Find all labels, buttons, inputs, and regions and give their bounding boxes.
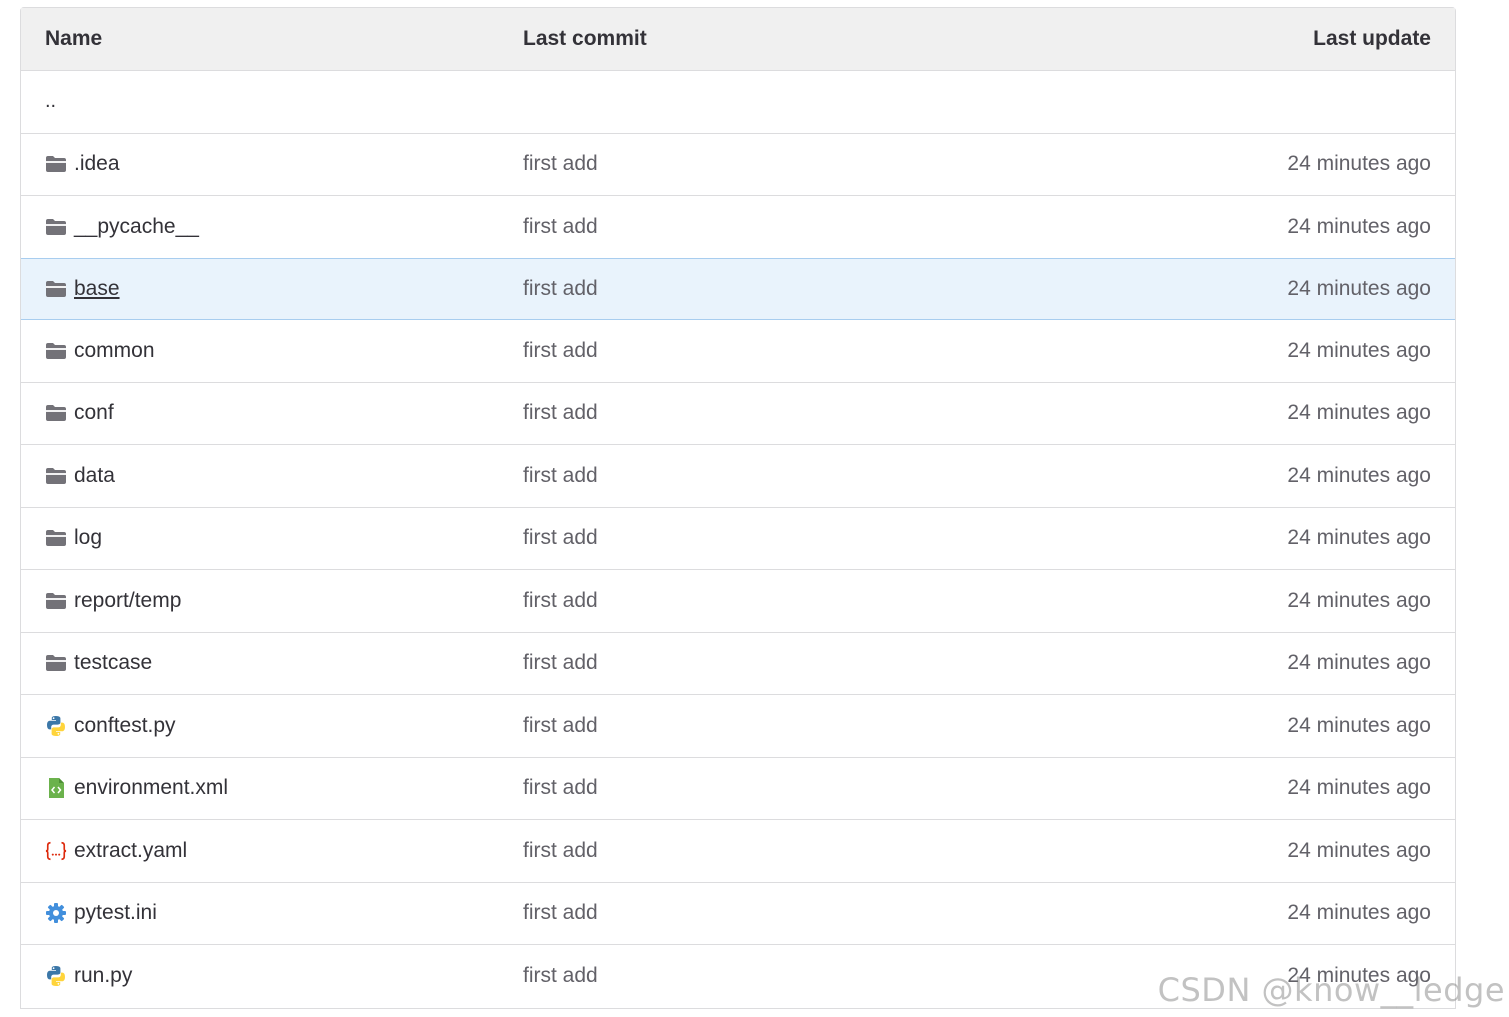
file-name-cell[interactable]: log bbox=[45, 508, 102, 570]
header-last-commit: Last commit bbox=[523, 27, 647, 50]
last-update-time: 24 minutes ago bbox=[1287, 463, 1431, 487]
last-commit-link[interactable]: first add bbox=[523, 570, 598, 632]
folder-icon bbox=[45, 340, 67, 362]
last-commit-link[interactable]: first add bbox=[523, 445, 598, 507]
table-row[interactable]: extract.yaml first add 24 minutes ago bbox=[21, 820, 1455, 883]
file-name-link[interactable]: conf bbox=[74, 401, 114, 425]
table-row[interactable]: common first add 24 minutes ago bbox=[21, 320, 1455, 383]
python-file-icon bbox=[45, 965, 67, 987]
last-update-time: 24 minutes ago bbox=[1287, 338, 1431, 362]
file-name-cell[interactable]: environment.xml bbox=[45, 758, 228, 820]
folder-icon bbox=[45, 652, 67, 674]
last-update-time: 24 minutes ago bbox=[1287, 964, 1431, 988]
file-name-link[interactable]: pytest.ini bbox=[74, 901, 157, 925]
header-last-update: Last update bbox=[1313, 27, 1431, 50]
python-file-icon bbox=[45, 715, 67, 737]
table-row[interactable]: report/temp first add 24 minutes ago bbox=[21, 570, 1455, 633]
table-row[interactable]: run.py first add 24 minutes ago bbox=[21, 945, 1455, 1008]
last-update-time: 24 minutes ago bbox=[1287, 588, 1431, 612]
last-update-time: 24 minutes ago bbox=[1287, 276, 1431, 300]
last-commit-link[interactable]: first add bbox=[523, 820, 598, 882]
file-name-link[interactable]: extract.yaml bbox=[74, 839, 187, 863]
file-name-link[interactable]: conftest.py bbox=[74, 714, 176, 738]
last-commit-link[interactable]: first add bbox=[523, 883, 598, 945]
file-name-cell[interactable]: report/temp bbox=[45, 570, 181, 632]
file-name-link[interactable]: .idea bbox=[74, 152, 120, 176]
table-row[interactable]: conftest.py first add 24 minutes ago bbox=[21, 695, 1455, 758]
last-commit-link[interactable]: first add bbox=[523, 259, 598, 320]
table-row[interactable]: conf first add 24 minutes ago bbox=[21, 383, 1455, 445]
last-update-time: 24 minutes ago bbox=[1287, 838, 1431, 862]
folder-icon bbox=[45, 216, 67, 238]
last-commit-link[interactable]: first add bbox=[523, 508, 598, 570]
table-row[interactable]: testcase first add 24 minutes ago bbox=[21, 633, 1455, 695]
last-update-time: 24 minutes ago bbox=[1287, 901, 1431, 925]
last-update-time: 24 minutes ago bbox=[1287, 526, 1431, 550]
folder-icon bbox=[45, 590, 67, 612]
folder-icon bbox=[45, 153, 67, 175]
file-name-cell[interactable]: pytest.ini bbox=[45, 883, 157, 945]
last-update-time: 24 minutes ago bbox=[1287, 401, 1431, 425]
file-table: Name Last commit Last update .. .idea fir… bbox=[20, 7, 1456, 1009]
file-name-link[interactable]: run.py bbox=[74, 964, 132, 988]
table-row[interactable]: data first add 24 minutes ago bbox=[21, 445, 1455, 508]
file-name-link[interactable]: data bbox=[74, 464, 115, 488]
folder-icon bbox=[45, 278, 67, 300]
file-name-cell[interactable]: base bbox=[45, 259, 120, 320]
table-row[interactable]: log first add 24 minutes ago bbox=[21, 508, 1455, 570]
header-name: Name bbox=[45, 27, 103, 50]
file-name-cell[interactable]: common bbox=[45, 320, 155, 382]
file-name-cell[interactable]: __pycache__ bbox=[45, 196, 199, 258]
table-row[interactable]: environment.xml first add 24 minutes ago bbox=[21, 758, 1455, 820]
last-update-time: 24 minutes ago bbox=[1287, 651, 1431, 675]
file-name-link[interactable]: base bbox=[74, 277, 120, 301]
folder-icon bbox=[45, 465, 67, 487]
table-row[interactable]: base first add 24 minutes ago bbox=[21, 257, 1455, 320]
folder-icon bbox=[45, 402, 67, 424]
file-name-link[interactable]: log bbox=[74, 526, 102, 550]
last-commit-link[interactable]: first add bbox=[523, 134, 598, 196]
file-name-cell[interactable]: testcase bbox=[45, 633, 152, 695]
last-commit-link[interactable]: first add bbox=[523, 383, 598, 445]
file-name-cell[interactable]: .idea bbox=[45, 134, 120, 196]
last-update-time: 24 minutes ago bbox=[1287, 776, 1431, 800]
yaml-file-icon bbox=[45, 840, 67, 862]
file-name-cell[interactable]: conftest.py bbox=[45, 695, 176, 757]
xml-file-icon bbox=[45, 777, 67, 799]
last-commit-link[interactable]: first add bbox=[523, 758, 598, 820]
file-name-link[interactable]: report/temp bbox=[74, 589, 181, 613]
table-row[interactable]: .idea first add 24 minutes ago bbox=[21, 134, 1455, 196]
folder-icon bbox=[45, 527, 67, 549]
table-row[interactable]: pytest.ini first add 24 minutes ago bbox=[21, 883, 1455, 945]
last-commit-link[interactable]: first add bbox=[523, 945, 598, 1008]
file-name-link[interactable]: __pycache__ bbox=[74, 215, 199, 239]
parent-directory-link[interactable]: .. bbox=[45, 71, 56, 133]
file-name-cell[interactable]: extract.yaml bbox=[45, 820, 187, 882]
last-update-time: 24 minutes ago bbox=[1287, 713, 1431, 737]
last-update-time: 24 minutes ago bbox=[1287, 152, 1431, 176]
parent-directory-row[interactable]: .. bbox=[21, 71, 1455, 134]
last-commit-link[interactable]: first add bbox=[523, 695, 598, 757]
file-name-cell[interactable]: run.py bbox=[45, 945, 132, 1008]
settings-file-icon bbox=[45, 902, 67, 924]
file-name-cell[interactable]: data bbox=[45, 445, 115, 507]
file-name-link[interactable]: common bbox=[74, 339, 155, 363]
last-commit-link[interactable]: first add bbox=[523, 633, 598, 695]
table-row[interactable]: __pycache__ first add 24 minutes ago bbox=[21, 196, 1455, 259]
last-commit-link[interactable]: first add bbox=[523, 196, 598, 258]
file-name-link[interactable]: environment.xml bbox=[74, 776, 228, 800]
last-update-time: 24 minutes ago bbox=[1287, 214, 1431, 238]
file-name-link[interactable]: testcase bbox=[74, 651, 152, 675]
table-header: Name Last commit Last update bbox=[21, 8, 1455, 71]
file-name-cell[interactable]: conf bbox=[45, 383, 114, 445]
last-commit-link[interactable]: first add bbox=[523, 320, 598, 382]
